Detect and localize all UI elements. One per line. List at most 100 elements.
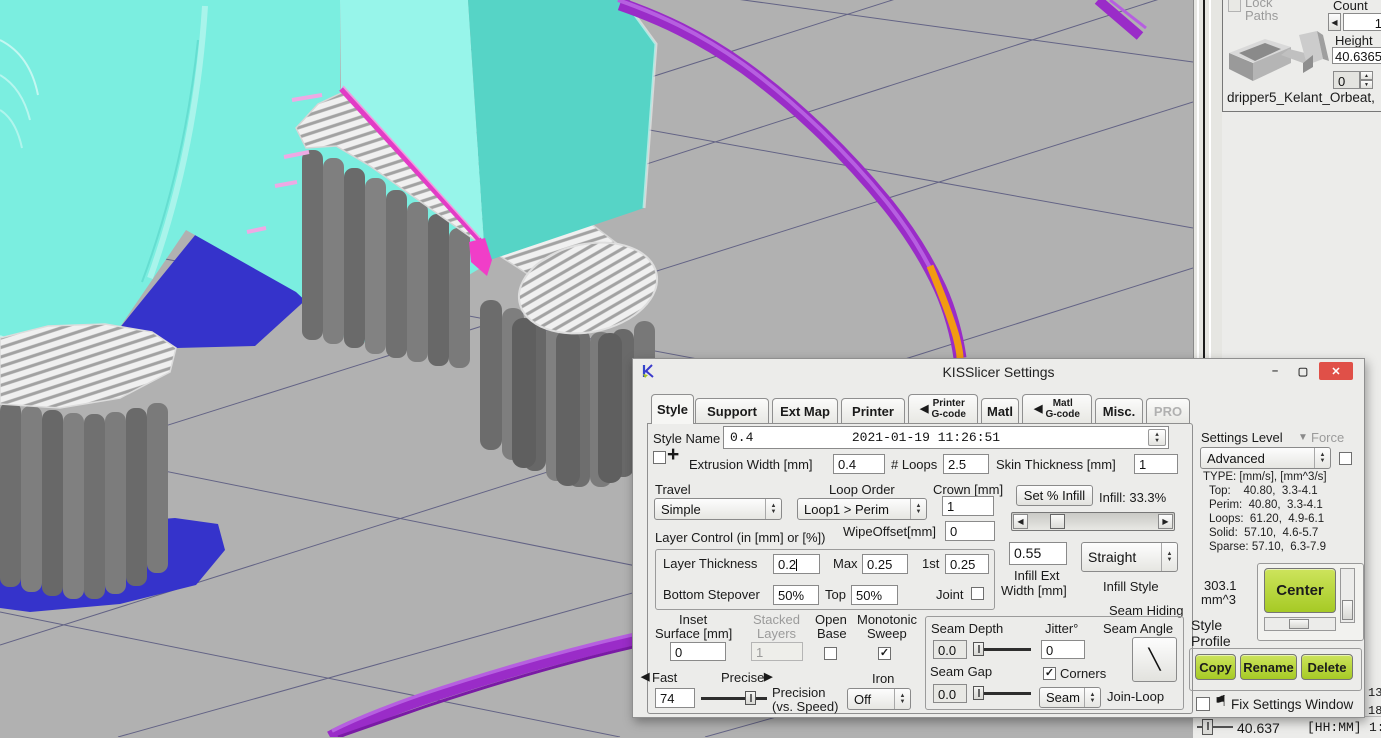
style-profile-label-2: Profile [1191, 633, 1231, 649]
z-offset-field[interactable]: 0 [1333, 71, 1360, 89]
settings-level-dropdown[interactable]: Advanced ▲▼ [1200, 447, 1331, 469]
infill-slider[interactable]: ◀ ▶ [1011, 512, 1175, 531]
count-prev-button[interactable]: ◀ [1328, 13, 1341, 31]
stacked-label-2: Layers [757, 627, 796, 642]
tab-misc[interactable]: Misc. [1095, 398, 1143, 424]
skin-thickness-field[interactable]: 1 [1134, 454, 1178, 474]
copy-button[interactable]: Copy [1195, 654, 1236, 680]
set-infill-button[interactable]: Set % Infill [1016, 485, 1093, 506]
z-offset-spin-up[interactable]: ▲ [1360, 71, 1373, 80]
wipe-offset-label: WipeOffset[mm] [843, 525, 936, 540]
precision-slider[interactable] [701, 697, 767, 700]
jitter-field[interactable]: 0 [1041, 640, 1085, 659]
tab-pro[interactable]: PRO [1146, 398, 1190, 424]
dialog-title: KISSlicer Settings [633, 364, 1364, 380]
infill-slider-thumb[interactable] [1050, 514, 1065, 529]
time-format-label: [HH:MM] [1307, 721, 1362, 736]
open-base-checkbox[interactable] [824, 647, 837, 660]
force-arrow-icon: ▼ [1298, 432, 1308, 444]
preview-vscrollbar[interactable] [1340, 568, 1355, 623]
extrusion-width-field[interactable]: 0.4 [833, 454, 885, 474]
max-field[interactable]: 0.25 [862, 554, 908, 574]
seam-angle-button[interactable]: ╲ [1132, 637, 1177, 682]
tab-support[interactable]: Support [695, 398, 769, 424]
joint-checkbox[interactable] [971, 587, 984, 600]
style-name-date: 2021-01-19 11:26:51 [724, 430, 1128, 445]
tab-printer-gcode[interactable]: ◀ PrinterG-code [908, 394, 978, 424]
wipe-offset-field[interactable]: 0 [945, 521, 995, 541]
precision-field[interactable]: 74 [655, 688, 695, 708]
seam-depth-slider-thumb[interactable] [973, 642, 984, 656]
seam-depth-label: Seam Depth [931, 622, 1003, 637]
infill-slider-left[interactable]: ◀ [1013, 514, 1028, 529]
first-field[interactable]: 0.25 [945, 554, 989, 574]
top-label: Top [825, 588, 846, 603]
layer-slider-thumb[interactable] [1202, 719, 1213, 735]
dialog-titlebar[interactable]: KISSlicer Settings – ▢ ✕ [633, 359, 1364, 385]
tab-printer[interactable]: Printer [841, 398, 905, 424]
seam-depth-field[interactable]: 0.0 [933, 640, 967, 659]
minimize-icon: – [1272, 365, 1278, 377]
preview-vscroll-thumb[interactable] [1342, 600, 1353, 620]
style-name-combo[interactable]: 0.4 2021-01-19 11:26:51 ▲▼ [723, 426, 1169, 449]
infill-ext-label-2: Width [mm] [1001, 584, 1067, 599]
delete-button[interactable]: Delete [1301, 654, 1353, 680]
extrusion-width-label: Extrusion Width [mm] [689, 458, 813, 473]
precision-label-2: (vs. Speed) [772, 700, 838, 715]
first-label: 1st [922, 557, 939, 572]
precision-slider-thumb[interactable] [745, 691, 756, 705]
top-field[interactable]: 50% [851, 585, 898, 605]
text-cursor [796, 559, 797, 571]
crown-field[interactable]: 1 [942, 496, 994, 516]
precise-arrow-icon: ▶ [764, 671, 772, 684]
preview-hscrollbar[interactable] [1264, 617, 1336, 631]
travel-dropdown[interactable]: Simple ▲▼ [654, 498, 782, 520]
rename-button[interactable]: Rename [1240, 654, 1297, 680]
infill-slider-right[interactable]: ▶ [1158, 514, 1173, 529]
infill-style-label: Infill Style [1103, 580, 1159, 595]
model-list-item[interactable]: Lock Paths Count ◀ 1 Height 40.6365 0 ▲ … [1222, 0, 1381, 112]
fast-label: Fast [652, 671, 677, 686]
tab-style[interactable]: Style [651, 394, 694, 424]
lock-paths-checkbox[interactable] [1228, 0, 1241, 12]
count-field[interactable]: 1 [1343, 13, 1381, 31]
close-button[interactable]: ✕ [1319, 362, 1353, 380]
height-field[interactable]: 40.6365 [1332, 47, 1381, 64]
layer-slider-value: 40.637 [1237, 720, 1280, 736]
fix-settings-checkbox[interactable] [1196, 697, 1210, 711]
monotonic-sweep-checkbox[interactable]: ✓ [878, 647, 891, 660]
style-name-spinner[interactable]: ▲▼ [1148, 429, 1166, 446]
seam-gap-field[interactable]: 0.0 [933, 684, 967, 703]
inset-surface-field[interactable]: 0 [670, 642, 726, 661]
infill-ext-width-field[interactable]: 0.55 [1009, 542, 1067, 565]
bottom-stepover-label: Bottom Stepover [663, 588, 760, 603]
iron-dropdown[interactable]: Off ▲▼ [847, 688, 911, 710]
loop-order-dropdown[interactable]: Loop1 > Perim ▲▼ [797, 498, 927, 520]
tab-matl[interactable]: Matl [981, 398, 1019, 424]
preview-hscroll-thumb[interactable] [1289, 619, 1309, 629]
inset-label-2: Surface [mm] [655, 627, 732, 642]
new-style-checkbox[interactable] [653, 451, 666, 464]
joint-label: Joint [936, 588, 963, 603]
seam-gap-slider-thumb[interactable] [973, 686, 984, 700]
edge-fragment-1: 13 [1368, 687, 1381, 701]
tab-ext-map[interactable]: Ext Map [772, 398, 838, 424]
corners-checkbox[interactable]: ✓ [1043, 667, 1056, 680]
layer-thickness-field[interactable]: 0.2 [773, 554, 820, 574]
maximize-button[interactable]: ▢ [1291, 362, 1315, 380]
z-offset-spin-down[interactable]: ▼ [1360, 80, 1373, 89]
stacked-layers-field[interactable]: 1 [751, 642, 803, 661]
time-partial-value: 1: [1369, 721, 1381, 736]
add-style-icon[interactable]: + [667, 443, 679, 467]
center-button[interactable]: Center [1264, 568, 1336, 613]
model-thumbnail [1225, 25, 1329, 91]
up-arrow-icon: ▲ [1364, 73, 1369, 79]
tab-matl-gcode[interactable]: ◀ MatlG-code [1022, 394, 1092, 424]
down-arrow-icon: ▼ [1155, 438, 1159, 444]
bottom-stepover-field[interactable]: 50% [773, 585, 819, 605]
force-checkbox[interactable] [1339, 452, 1352, 465]
minimize-button[interactable]: – [1263, 362, 1287, 380]
infill-style-dropdown[interactable]: Straight ▲▼ [1081, 542, 1178, 572]
num-loops-field[interactable]: 2.5 [943, 454, 989, 474]
join-loop-dropdown[interactable]: Seam ▲▼ [1039, 687, 1101, 708]
